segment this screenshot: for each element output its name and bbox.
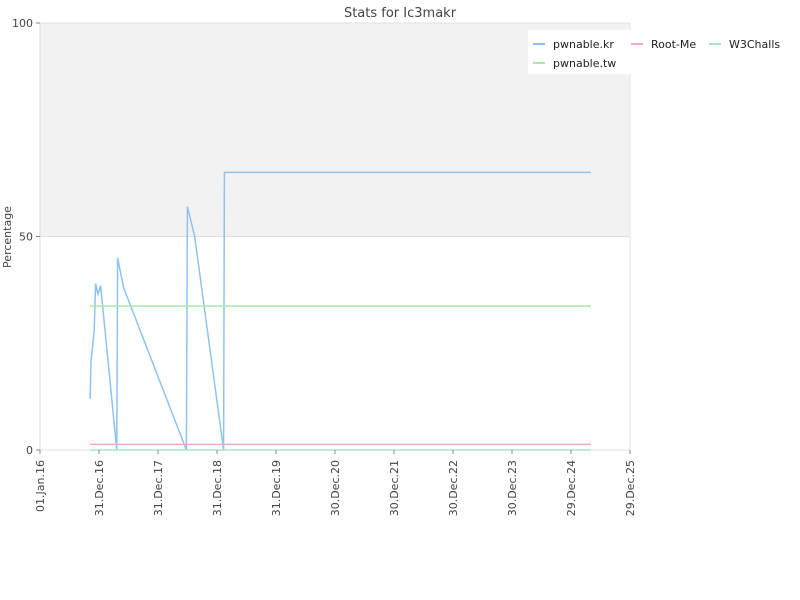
y-axis: 0 50 100 (12, 17, 40, 457)
y-tick-label: 50 (19, 231, 33, 244)
x-tick-label: 31.Dec.16 (93, 460, 106, 516)
x-tick-label: 31.Dec.18 (211, 460, 224, 516)
y-tick-label: 0 (26, 444, 33, 457)
legend: pwnable.kr Root-Me W3Challs pwnable.tw (528, 30, 783, 74)
chart-title: Stats for Ic3makr (344, 6, 457, 21)
legend-label: pwnable.tw (553, 57, 616, 70)
x-tick-label: 30.Dec.22 (447, 460, 460, 516)
x-axis: 01.Jan.16 31.Dec.16 31.Dec.17 31.Dec.18 31.D… (34, 450, 637, 516)
x-tick-label: 30.Dec.20 (329, 460, 342, 516)
y-axis-label: Percentage (1, 206, 14, 268)
x-tick-label: 29.Dec.24 (565, 460, 578, 516)
x-tick-label: 30.Dec.21 (388, 460, 401, 516)
legend-label: pwnable.kr (553, 38, 614, 51)
x-tick-label: 29.Dec.25 (624, 460, 637, 516)
chart: Stats for Ic3makr 0 50 100 01.Jan.16 31.Dec… (1, 6, 783, 516)
x-tick-label: 01.Jan.16 (34, 460, 47, 512)
legend-label: W3Challs (729, 38, 780, 51)
legend-label: Root-Me (651, 38, 696, 51)
x-tick-label: 31.Dec.19 (270, 460, 283, 516)
plot-area-lower (40, 237, 630, 450)
y-tick-label: 100 (12, 17, 33, 30)
x-tick-label: 31.Dec.17 (152, 460, 165, 516)
x-tick-label: 30.Dec.23 (506, 460, 519, 516)
